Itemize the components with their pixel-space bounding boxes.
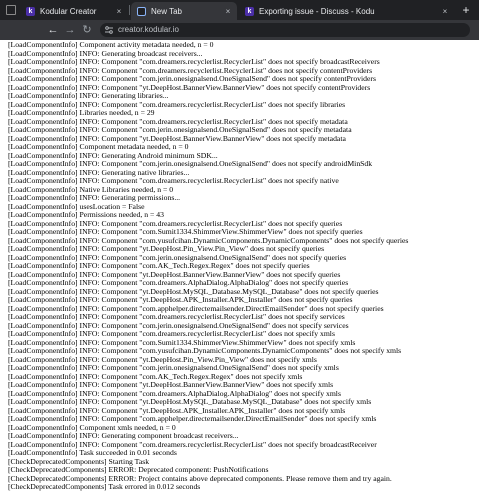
tab-title: New Tab — [151, 6, 182, 16]
forward-button[interactable]: → — [63, 23, 77, 37]
tab-actions-icon[interactable] — [6, 5, 16, 15]
build-log-output: [LoadComponentInfo] Component activity m… — [0, 40, 479, 500]
tab-exporting-issue[interactable]: k Exporting issue - Discuss - Kodu × — [239, 2, 454, 20]
tab-kodular-creator[interactable]: k Kodular Creator × — [20, 2, 128, 20]
close-icon[interactable]: × — [114, 7, 124, 16]
close-icon[interactable]: × — [223, 7, 233, 16]
address-text: creator.kodular.io — [118, 25, 179, 34]
browser-toolbar: ← → ↻ creator.kodular.io — [0, 20, 479, 40]
tab-separator — [129, 5, 130, 15]
kodular-k-icon: k — [245, 6, 254, 16]
reload-button[interactable]: ↻ — [80, 23, 94, 37]
address-bar[interactable]: creator.kodular.io — [100, 23, 470, 37]
new-tab-button[interactable]: + — [459, 3, 473, 17]
back-button[interactable]: ← — [46, 23, 60, 37]
tab-title: Kodular Creator — [40, 6, 97, 16]
log-line: [CheckDeprecatedComponents] Task errored… — [8, 482, 201, 491]
close-icon[interactable]: × — [440, 7, 450, 16]
browser-tab-strip: k Kodular Creator × New Tab × k Exportin… — [0, 0, 479, 20]
new-tab-page-icon — [137, 6, 146, 16]
site-info-icon[interactable] — [104, 25, 114, 35]
tab-new-tab[interactable]: New Tab × — [131, 2, 237, 20]
tab-title: Exporting issue - Discuss - Kodu — [259, 6, 375, 16]
kodular-k-icon: k — [26, 6, 35, 16]
